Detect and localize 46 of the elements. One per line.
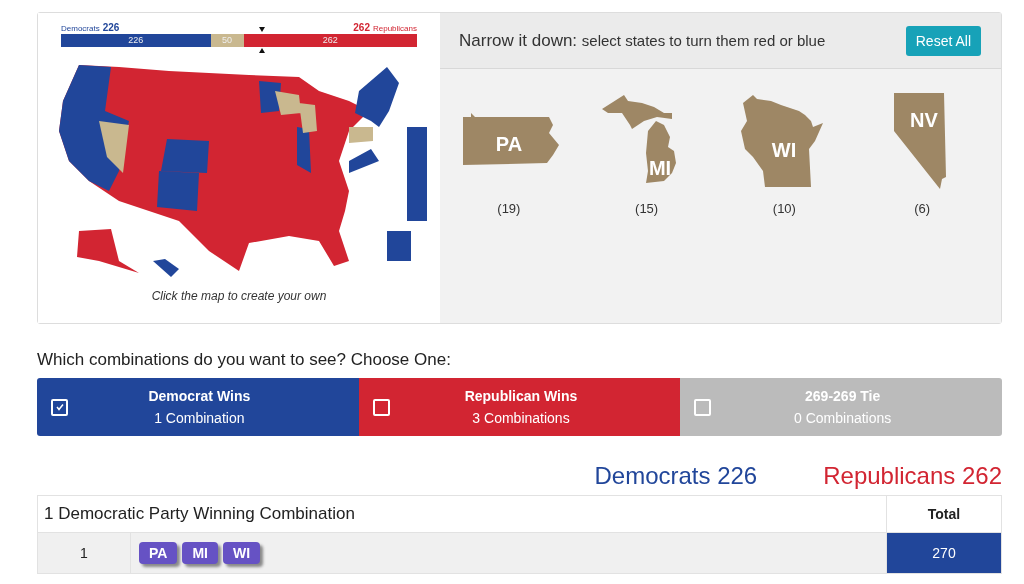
map-caption: Click the map to create your own — [151, 289, 327, 303]
electoral-votes: (19) — [497, 201, 521, 216]
bar-segment: 262 — [243, 34, 417, 47]
check-icon — [54, 402, 65, 412]
up-triangle-icon — [259, 48, 265, 53]
state-chip: WI — [223, 542, 261, 564]
electoral-votes: (15) — [635, 201, 659, 216]
state-shape[interactable] — [741, 95, 824, 187]
choice-title: Democrat Wins — [148, 388, 251, 404]
choice-option[interactable]: Democrat Wins 1 Combination — [37, 378, 359, 436]
state-label: WI — [772, 139, 797, 161]
question-text: Which combinations do you want to see? Choose One: — [37, 350, 452, 370]
table-cell: 1 — [37, 532, 131, 574]
bar-segment: 226 — [61, 34, 211, 47]
party-total: Republicans 262 — [823, 462, 1002, 490]
table-heading: 1 Democratic Party Winning Combination — [37, 495, 887, 533]
checkbox[interactable] — [372, 398, 390, 416]
combination-count: 0 Combinations — [794, 410, 892, 426]
total-cell: 270 — [886, 532, 1002, 574]
republicans-label: Republicans — [372, 24, 417, 34]
republicans-total: 262 — [353, 23, 370, 33]
down-triangle-icon — [259, 27, 265, 32]
checkbox[interactable] — [51, 398, 68, 416]
party-total: Democrats 226 — [594, 462, 758, 490]
electoral-votes: (6) — [914, 201, 931, 216]
choice-title: Republican Wins — [464, 388, 578, 404]
combination-count: 1 Combination — [154, 410, 245, 426]
state-shape[interactable] — [462, 113, 559, 165]
state-label: NV — [910, 109, 938, 131]
state-chip: MI — [182, 542, 218, 564]
state-chip: PA — [139, 542, 178, 564]
checkbox[interactable] — [694, 398, 712, 416]
bar-segment: 50 — [210, 34, 244, 47]
electoral-votes: (10) — [772, 201, 796, 216]
democrats-label: Democrats — [61, 24, 100, 34]
choice-title: 269-269 Tie — [805, 388, 881, 404]
column-header: Total — [886, 495, 1002, 533]
state-label: PA — [495, 133, 523, 155]
state-shape[interactable] — [894, 93, 947, 189]
democrats-total: 226 — [102, 23, 120, 33]
combination-count: 3 Combinations — [472, 410, 570, 426]
state-shape[interactable] — [601, 95, 676, 183]
reset-all-button[interactable]: Reset All — [905, 25, 981, 56]
narrow-title: Narrow it down: select states to turn them red or blue — [459, 30, 826, 51]
state-label: MI — [648, 157, 671, 179]
choice-option[interactable]: Republican Wins 3 Combinations — [358, 378, 681, 436]
